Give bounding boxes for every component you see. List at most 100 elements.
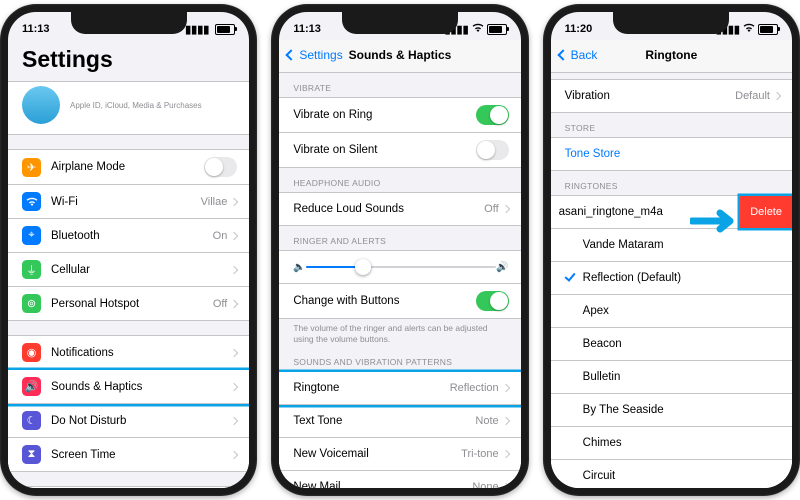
screentime-label: Screen Time — [51, 449, 231, 461]
vibrate-silent-label: Vibrate on Silent — [293, 144, 475, 156]
chevron-right-icon — [231, 381, 237, 393]
section-headphone: Headphone Audio — [279, 168, 520, 192]
vibrate-ring-toggle[interactable] — [476, 105, 509, 125]
page-title: Settings — [8, 40, 249, 81]
screen: 11:13 ▮▮▮▮ Settings Sounds & Haptics Vib… — [279, 12, 520, 488]
screen: 11:20 ▮▮▮▮ Back Ringtone VibrationDefaul… — [551, 12, 792, 488]
vibration-row[interactable]: VibrationDefault — [551, 80, 792, 112]
cellular-icon: ⏚ — [22, 260, 41, 279]
airplane-mode-row[interactable]: ✈ Airplane Mode — [8, 150, 249, 185]
ringtone-item[interactable]: Apex — [551, 295, 792, 328]
ringtone-item[interactable]: Circuit — [551, 460, 792, 488]
airplane-toggle[interactable] — [204, 157, 237, 177]
delete-button[interactable]: Delete — [740, 196, 792, 228]
chevron-left-icon — [287, 48, 297, 62]
cellular-row[interactable]: ⏚ Cellular — [8, 253, 249, 287]
reduce-loud-row[interactable]: Reduce Loud SoundsOff — [279, 193, 520, 225]
voicemail-label: New Voicemail — [293, 448, 461, 460]
section-ringtones: Ringtones — [551, 171, 792, 195]
dnd-row[interactable]: ☾ Do Not Disturb — [8, 404, 249, 438]
list-vibrate: Vibrate on Ring Vibrate on Silent — [279, 97, 520, 168]
back-button[interactable]: Back — [559, 48, 598, 62]
chevron-right-icon — [231, 415, 237, 427]
sounds-haptics-row[interactable]: 🔊 Sounds & Haptics — [8, 370, 249, 404]
screentime-row[interactable]: ⧗ Screen Time — [8, 438, 249, 471]
voicemail-row[interactable]: New VoicemailTri-tone — [279, 438, 520, 471]
hotspot-row[interactable]: ⊚ Personal Hotspot Off — [8, 287, 249, 320]
ringtone-item[interactable]: Bulletin — [551, 361, 792, 394]
sounds-icon: 🔊 — [22, 377, 41, 396]
newmail-row[interactable]: New MailNone — [279, 471, 520, 488]
section-patterns: Sounds and Vibration Patterns — [279, 347, 520, 371]
vibrate-ring-row[interactable]: Vibrate on Ring — [279, 98, 520, 133]
ringtone-name: Bulletin — [583, 371, 780, 383]
custom-ringtone-row[interactable]: asani_ringtone_m4a Delete — [551, 196, 792, 229]
ringtone-name: Beacon — [583, 338, 780, 350]
section-ringer: Ringer and Alerts — [279, 226, 520, 250]
volume-slider-row[interactable]: 🔈 🔊 — [279, 251, 520, 284]
wifi-value: Villae — [201, 196, 228, 208]
speaker-low-icon: 🔈 — [293, 262, 305, 273]
tone-store-label: Tone Store — [565, 148, 780, 160]
texttone-row[interactable]: Text ToneNote — [279, 405, 520, 438]
section-vibrate: Vibrate — [279, 73, 520, 97]
status-indicators: ▮▮▮▮ — [185, 23, 235, 36]
chevron-right-icon — [231, 298, 237, 310]
arrow-callout — [690, 207, 738, 235]
change-buttons-toggle[interactable] — [476, 291, 509, 311]
bluetooth-label: Bluetooth — [51, 230, 213, 242]
vibrate-silent-row[interactable]: Vibrate on Silent — [279, 133, 520, 167]
reduce-loud-value: Off — [484, 203, 498, 215]
notifications-row[interactable]: ◉ Notifications — [8, 336, 249, 370]
ringtone-item[interactable]: Reflection (Default) — [551, 262, 792, 295]
reduce-loud-label: Reduce Loud Sounds — [293, 203, 484, 215]
ringtone-row[interactable]: RingtoneReflection — [279, 372, 520, 405]
ringtone-item[interactable]: Beacon — [551, 328, 792, 361]
vibrate-silent-toggle[interactable] — [476, 140, 509, 160]
ringtone-name: Chimes — [583, 437, 780, 449]
tone-store-row[interactable]: Tone Store — [551, 138, 792, 170]
bluetooth-row[interactable]: ⌖ Bluetooth On — [8, 219, 249, 253]
back-label: Back — [571, 48, 598, 62]
chevron-right-icon — [231, 230, 237, 242]
newmail-value: None — [472, 481, 498, 488]
status-time: 11:13 — [22, 23, 50, 35]
ringtone-name: Circuit — [583, 470, 780, 482]
list-ringtones: asani_ringtone_m4a Delete Vande MataramR… — [551, 195, 792, 488]
device-notch — [613, 12, 729, 34]
hotspot-value: Off — [213, 298, 227, 310]
ringtone-item[interactable]: Vande Mataram — [551, 229, 792, 262]
vibration-value: Default — [735, 90, 770, 102]
notifications-icon: ◉ — [22, 343, 41, 362]
profile-text: Apple ID, iCloud, Media & Purchases — [70, 101, 202, 110]
hotspot-icon: ⊚ — [22, 294, 41, 313]
chevron-right-icon — [231, 196, 237, 208]
volume-slider[interactable] — [306, 266, 496, 268]
sounds-label: Sounds & Haptics — [51, 381, 231, 393]
wifi-icon — [472, 23, 484, 35]
phone-settings-main: 11:13 ▮▮▮▮ Settings Apple ID, iCloud, Me… — [0, 4, 257, 496]
general-row[interactable]: ⚙ General — [8, 487, 249, 488]
chevron-right-icon — [231, 347, 237, 359]
apple-id-row[interactable]: Apple ID, iCloud, Media & Purchases — [8, 81, 249, 135]
wifi-icon — [743, 23, 755, 35]
ringtone-value: Reflection — [450, 382, 499, 394]
wifi-row[interactable]: Wi-Fi Villae — [8, 185, 249, 219]
ringtone-item[interactable]: Chimes — [551, 427, 792, 460]
chevron-right-icon — [231, 449, 237, 461]
ringer-note: The volume of the ringer and alerts can … — [279, 319, 520, 347]
wifi-label: Wi-Fi — [51, 196, 201, 208]
change-buttons-row[interactable]: Change with Buttons — [279, 284, 520, 318]
vibration-label: Vibration — [565, 90, 735, 102]
bluetooth-icon: ⌖ — [22, 226, 41, 245]
airplane-label: Airplane Mode — [51, 161, 204, 173]
chevron-left-icon — [559, 48, 569, 62]
dnd-label: Do Not Disturb — [51, 415, 231, 427]
back-button[interactable]: Settings — [287, 48, 342, 62]
chevron-right-icon — [503, 382, 509, 394]
vibrate-ring-label: Vibrate on Ring — [293, 109, 475, 121]
ringtone-name: By The Seaside — [583, 404, 780, 416]
profile-subtitle: Apple ID, iCloud, Media & Purchases — [70, 101, 202, 110]
ringtone-item[interactable]: By The Seaside — [551, 394, 792, 427]
settings-group-attention: ◉ Notifications 🔊 Sounds & Haptics ☾ Do … — [8, 335, 249, 472]
